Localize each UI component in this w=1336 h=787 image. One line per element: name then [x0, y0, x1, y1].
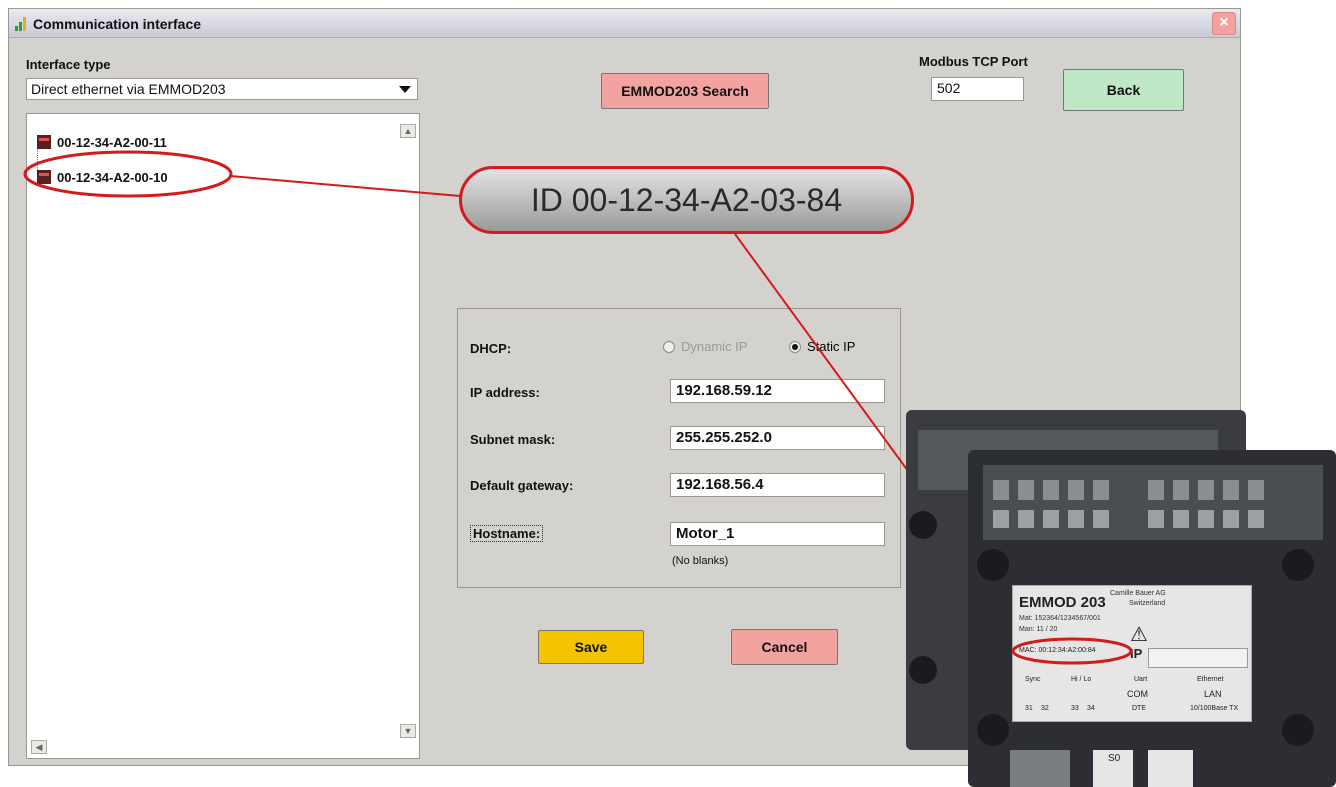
- ethernet-label: Ethernet: [1197, 676, 1224, 683]
- lan-label: LAN: [1204, 689, 1222, 699]
- connector-line-tree: [229, 175, 461, 197]
- com-label: COM: [1127, 689, 1148, 699]
- device-nameplate: EMMOD 203 Camille Bauer AG Switzerland M…: [1012, 585, 1252, 722]
- sync-label: Sync: [1025, 676, 1041, 683]
- device-mat: Mat: 152364/1234567/001: [1019, 615, 1101, 622]
- uart-label: Uart: [1134, 676, 1148, 683]
- terminal-31: 31: [1025, 705, 1033, 712]
- device-model: EMMOD 203: [1019, 594, 1106, 611]
- device-ip-field: [1148, 648, 1248, 668]
- device-ip-label: IP: [1130, 646, 1143, 661]
- terminal-32: 32: [1041, 705, 1049, 712]
- dte-label: DTE: [1132, 705, 1146, 712]
- s0-label: S0: [1108, 753, 1121, 764]
- terminal-34: 34: [1087, 705, 1095, 712]
- device-maker: Camille Bauer AG: [1110, 590, 1166, 597]
- device-country: Switzerland: [1129, 600, 1166, 607]
- highlight-ellipse-tree-item: [23, 150, 233, 198]
- hilo-label: Hi / Lo: [1071, 676, 1092, 683]
- terminal-labels: Sync Hi / Lo Uart Ethernet COM LAN DTE 1…: [1019, 674, 1245, 718]
- ce-warning-marks: ⚠: [1130, 624, 1148, 646]
- terminal-33: 33: [1071, 705, 1079, 712]
- base-tx-label: 10/100Base TX: [1190, 705, 1239, 712]
- device-man: Man: 11 / 20: [1019, 626, 1058, 633]
- device-mac: MAC: 00:12:34:A2:00:84: [1019, 647, 1096, 654]
- id-callout: ID 00-12-34-A2-03-84: [459, 166, 914, 234]
